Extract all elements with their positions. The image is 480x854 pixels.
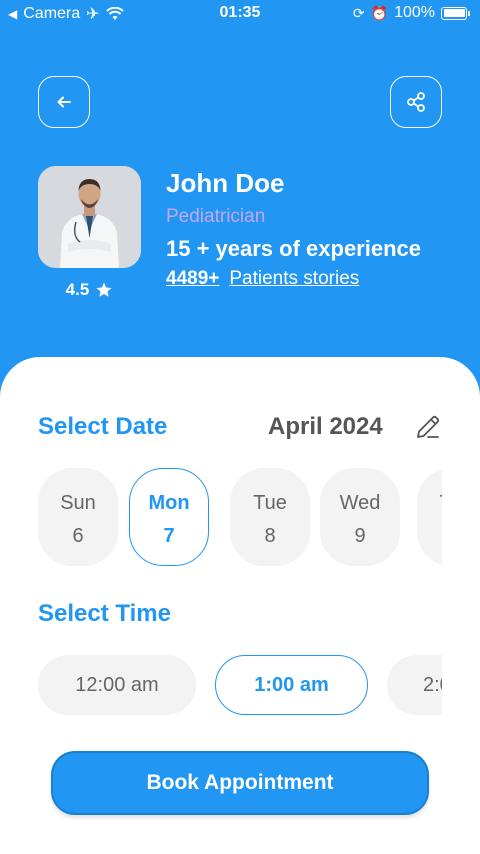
status-right: ⟳ ⏰ 100% — [353, 4, 470, 22]
date-selector[interactable]: Sun 6 Mon 7 Tue 8 Wed 9 Thu 10 — [38, 468, 442, 568]
doctor-name: John Doe — [166, 168, 285, 198]
stories-label: Patients stories — [229, 268, 360, 289]
rotation-lock-icon: ⟳ — [352, 4, 365, 21]
rating-value: 4.5 — [65, 280, 90, 299]
date-day: Sun — [60, 492, 96, 514]
date-day: Mon — [148, 492, 190, 514]
doctor-photo-icon — [38, 166, 141, 268]
time-chip-2am[interactable]: 2:00 am — [387, 655, 442, 715]
share-icon — [407, 92, 425, 112]
doctor-specialty: Pediatrician — [166, 206, 266, 227]
patient-stories-link[interactable]: 4489+ Patients stories — [166, 268, 359, 290]
arrow-left-icon — [57, 96, 71, 108]
time-chip-1am[interactable]: 1:00 am — [215, 655, 368, 715]
battery-icon — [441, 6, 467, 20]
select-date-title: Select Date — [38, 413, 168, 440]
date-day: Tue — [253, 492, 287, 514]
date-number: 6 — [72, 525, 84, 547]
alarm-icon: ⏰ — [370, 4, 389, 21]
date-chip-wed[interactable]: Wed 9 — [320, 468, 400, 566]
star-icon — [96, 282, 112, 297]
time-selector[interactable]: 12:00 am 1:00 am 2:00 am — [38, 655, 442, 717]
date-chip-sun[interactable]: Sun 6 — [38, 468, 118, 566]
time-chip-12am[interactable]: 12:00 am — [38, 655, 196, 715]
date-number: 10 — [417, 525, 442, 548]
date-chip-tue[interactable]: Tue 8 — [230, 468, 310, 566]
book-appointment-button[interactable]: Book Appointment — [51, 751, 429, 815]
doctor-avatar — [38, 166, 141, 268]
date-number: 9 — [354, 525, 366, 547]
edit-icon[interactable] — [414, 413, 442, 441]
select-time-title: Select Time — [38, 600, 171, 627]
date-chip-thu[interactable]: Thu 10 — [417, 468, 442, 566]
doctor-rating: 4.5 — [38, 280, 141, 300]
status-bar: ◀ Camera ✈ 01:35 ⟳ ⏰ 100% — [0, 0, 480, 28]
date-chip-mon[interactable]: Mon 7 — [129, 468, 209, 566]
back-button[interactable] — [38, 76, 90, 128]
date-number: 8 — [264, 525, 276, 547]
battery-percent: 100% — [394, 4, 435, 21]
share-button[interactable] — [390, 76, 442, 128]
doctor-experience: 15 + years of experience — [166, 236, 421, 261]
battery-tip — [468, 10, 470, 16]
stories-count: 4489+ — [166, 268, 220, 289]
date-day: Thu — [417, 492, 442, 515]
date-day: Wed — [339, 492, 381, 514]
month-label: April 2024 — [268, 413, 383, 440]
date-number: 7 — [163, 525, 175, 547]
